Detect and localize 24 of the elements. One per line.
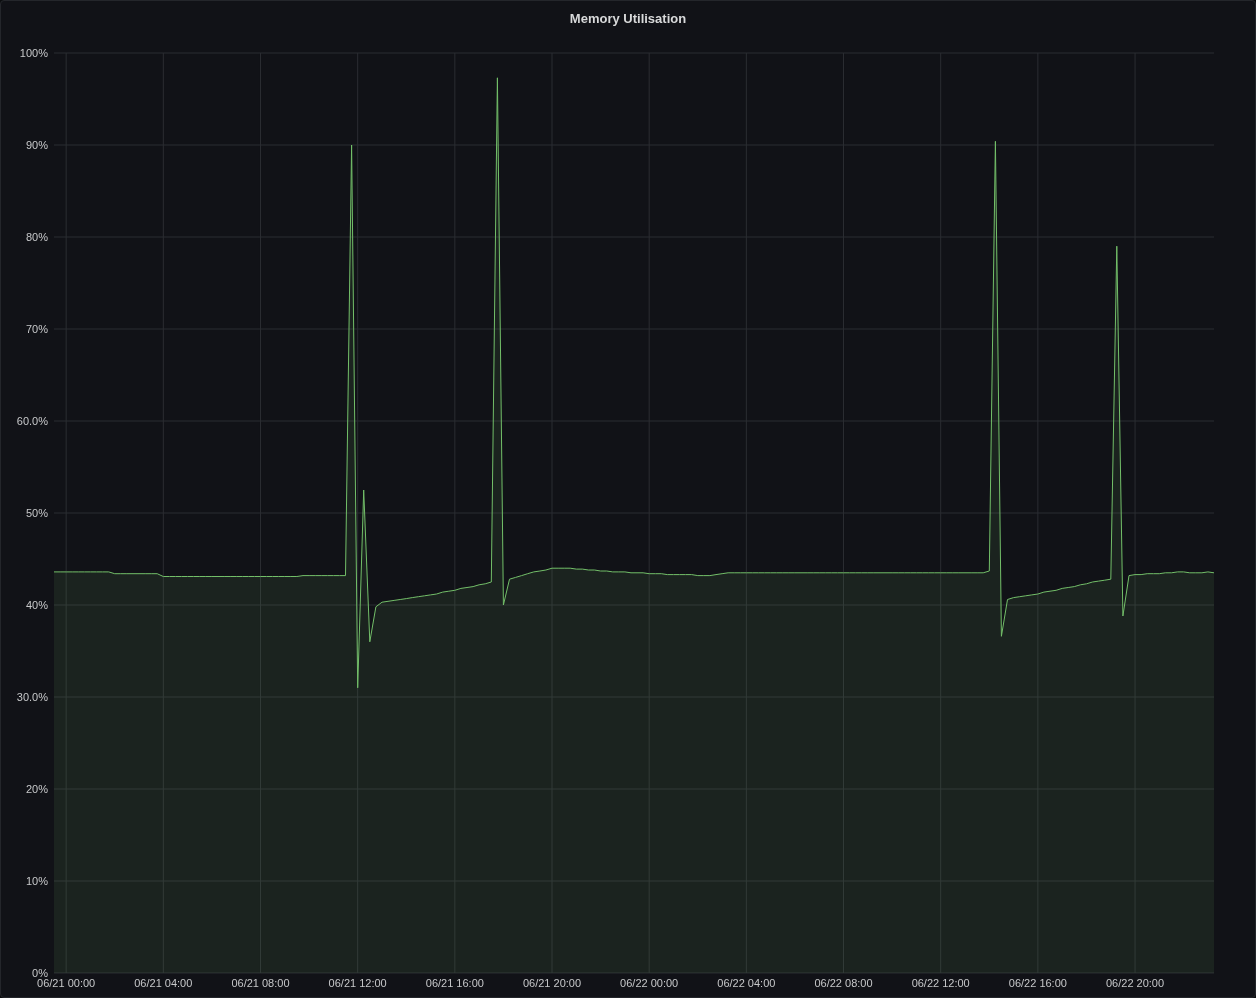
x-axis-label: 06/22 08:00: [814, 977, 873, 989]
x-axis-label: 06/22 12:00: [911, 977, 970, 989]
x-axis-label: 06/22 04:00: [717, 977, 776, 989]
chart-title: Memory Utilisation: [569, 10, 687, 29]
y-axis-label: 50%: [25, 507, 48, 519]
y-axis-label: 60.0%: [16, 415, 48, 427]
x-axis-label: 06/21 16:00: [425, 977, 484, 989]
y-axis-label: 10%: [25, 875, 48, 887]
y-axis-label: 80%: [25, 231, 48, 243]
y-axis-label: 40%: [25, 599, 48, 611]
y-axis-label: 70%: [25, 323, 48, 335]
x-axis-label: 06/21 00:00: [37, 977, 96, 989]
y-axis-label: 0%: [32, 967, 48, 979]
x-axis-label: 06/21 12:00: [328, 977, 387, 989]
x-axis-label: 06/22 20:00: [1106, 977, 1165, 989]
y-axis-label: 100%: [19, 47, 48, 59]
x-axis-label: 06/22 16:00: [1008, 977, 1067, 989]
x-axis-label: 06/22 00:00: [620, 977, 679, 989]
y-axis-label: 30.0%: [16, 691, 48, 703]
x-axis-label: 06/21 08:00: [231, 977, 290, 989]
x-axis-label: 06/21 20:00: [522, 977, 582, 989]
y-axis-label: 90%: [25, 139, 48, 151]
y-axis-label: 20%: [25, 783, 48, 795]
x-axis-label: 06/21 04:00: [134, 977, 193, 989]
